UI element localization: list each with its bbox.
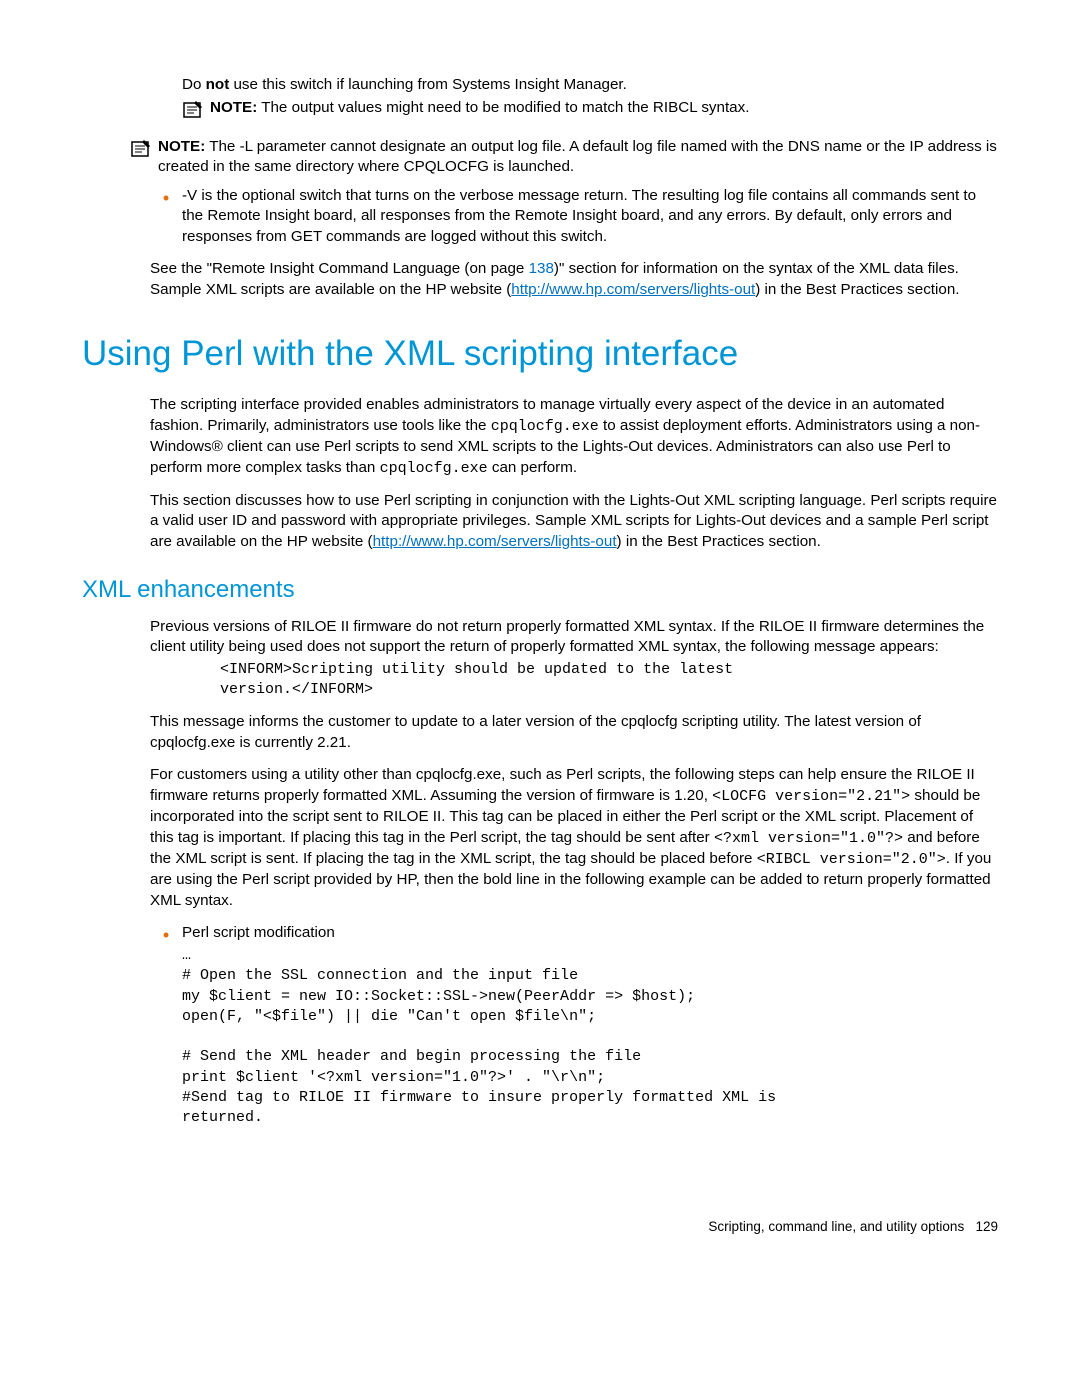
- list-item: • -V is the optional switch that turns o…: [150, 186, 998, 248]
- page-number: 129: [975, 1219, 998, 1234]
- paragraph: Previous versions of RILOE II firmware d…: [150, 617, 998, 658]
- note-icon: [130, 137, 158, 158]
- note-text: NOTE: The output values might need to be…: [210, 98, 749, 119]
- bullet-icon: •: [150, 923, 182, 944]
- note-icon: [182, 98, 210, 119]
- heading-xml-enhancements: XML enhancements: [82, 574, 998, 606]
- paragraph: Do not use this switch if launching from…: [182, 75, 998, 96]
- code-block: <INFORM>Scripting utility should be upda…: [220, 660, 998, 701]
- paragraph: This message informs the customer to upd…: [150, 712, 998, 753]
- note-row: NOTE: The -L parameter cannot designate …: [130, 137, 998, 178]
- note-text: NOTE: The -L parameter cannot designate …: [158, 137, 998, 178]
- hp-lights-out-link[interactable]: http://www.hp.com/servers/lights-out: [373, 533, 617, 550]
- page-reference[interactable]: 138: [529, 260, 554, 277]
- note-row: NOTE: The output values might need to be…: [182, 98, 998, 119]
- heading-perl-xml: Using Perl with the XML scripting interf…: [82, 330, 998, 377]
- code-block: … # Open the SSL connection and the inpu…: [182, 946, 998, 1128]
- hp-lights-out-link[interactable]: http://www.hp.com/servers/lights-out: [511, 281, 755, 298]
- list-item: • Perl script modification: [150, 923, 998, 944]
- bullet-icon: •: [150, 186, 182, 248]
- list-item-text: -V is the optional switch that turns on …: [182, 186, 998, 248]
- paragraph: See the "Remote Insight Command Language…: [150, 259, 998, 300]
- page-footer: Scripting, command line, and utility opt…: [82, 1218, 998, 1236]
- paragraph: The scripting interface provided enables…: [150, 395, 998, 479]
- paragraph: For customers using a utility other than…: [150, 765, 998, 911]
- list-item-text: Perl script modification: [182, 923, 998, 944]
- paragraph: This section discusses how to use Perl s…: [150, 491, 998, 553]
